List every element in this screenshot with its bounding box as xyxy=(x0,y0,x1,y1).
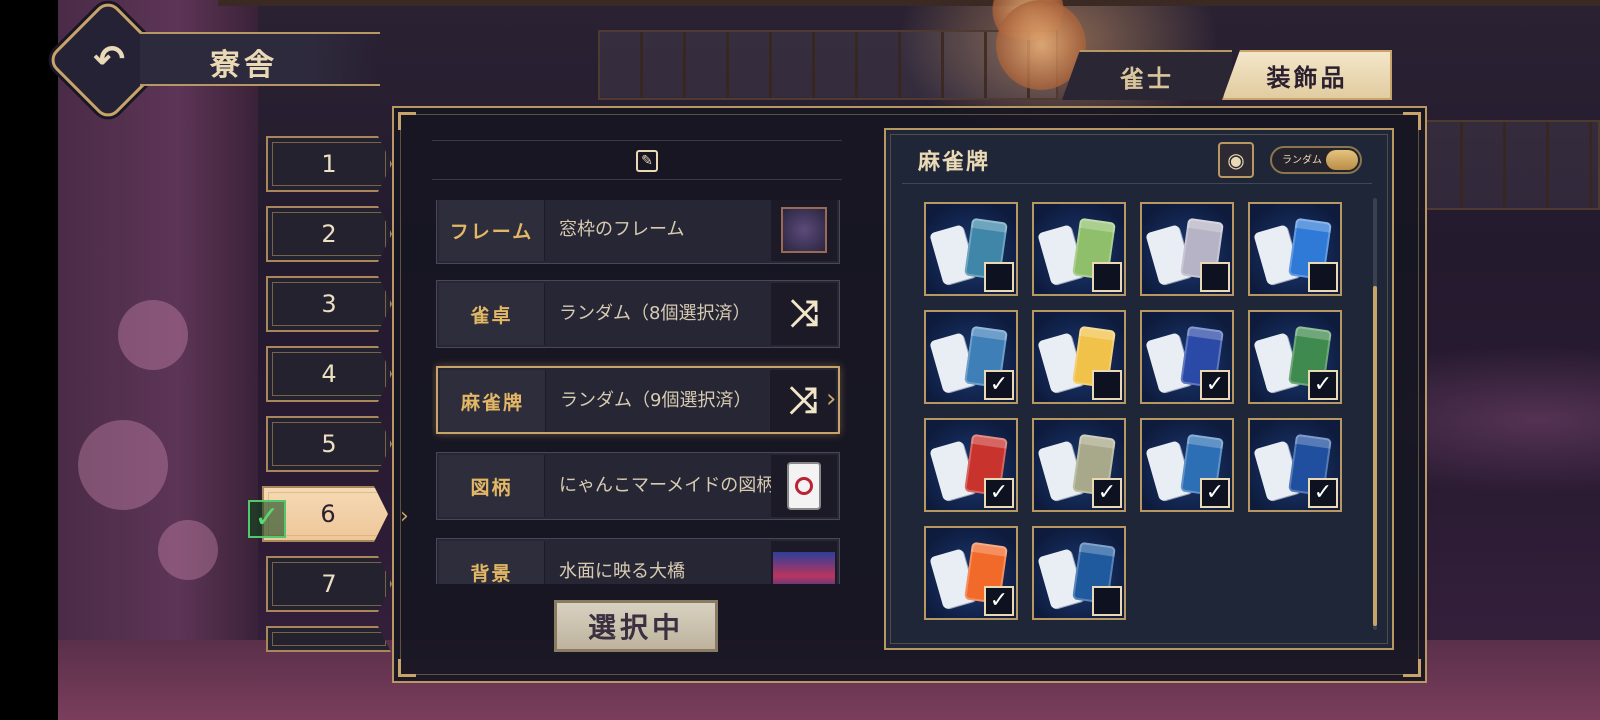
checkmark-icon[interactable]: ✓ xyxy=(984,370,1014,400)
mahjong-tile-option[interactable]: ✓ xyxy=(1032,418,1126,512)
eye-icon[interactable]: ◉ xyxy=(1218,142,1254,178)
mahjong-tile-option[interactable]: ✓ xyxy=(1248,418,1342,512)
slot-2[interactable]: 2 xyxy=(266,206,392,262)
divider xyxy=(902,183,1372,184)
checkmark-icon[interactable]: ✓ xyxy=(1308,370,1338,400)
active-slot-check-icon: ✓ xyxy=(248,500,286,538)
edit-icon[interactable]: ✎ xyxy=(636,150,658,172)
empty-checkbox[interactable] xyxy=(1200,262,1230,292)
slot-1[interactable]: 1 xyxy=(266,136,392,192)
blossom-decoration xyxy=(158,520,218,580)
category-frame[interactable]: フレーム 窓枠のフレーム xyxy=(436,200,840,264)
toggle-label: ランダム xyxy=(1282,155,1322,166)
mahjong-tile-option[interactable]: ✓ xyxy=(924,310,1018,404)
mahjong-tile-option[interactable] xyxy=(1248,202,1342,296)
frame-corner xyxy=(398,112,416,130)
slot-5[interactable]: 5 xyxy=(266,416,392,472)
checkmark-icon[interactable]: ✓ xyxy=(1092,478,1122,508)
background-thumbnail xyxy=(771,541,837,584)
frame-corner xyxy=(1403,659,1421,677)
tab-jangshi[interactable]: 雀士 xyxy=(1062,50,1232,100)
mahjong-tile-option[interactable] xyxy=(1032,202,1126,296)
empty-checkbox[interactable] xyxy=(1092,262,1122,292)
empty-checkbox[interactable] xyxy=(1092,370,1122,400)
page-title: 寮舎 xyxy=(210,48,278,83)
category-list: フレーム 窓枠のフレーム 雀卓 ランダム（8個選択済） ⤨ 麻雀牌 ランダム（9… xyxy=(432,200,847,584)
category-label: フレーム xyxy=(439,200,545,261)
category-label: 雀卓 xyxy=(439,283,545,345)
chevron-right-icon: › xyxy=(826,384,837,414)
empty-checkbox[interactable] xyxy=(984,262,1014,292)
mahjong-tile-option[interactable]: ✓ xyxy=(924,526,1018,620)
toggle-knob[interactable] xyxy=(1326,150,1358,170)
scrollbar-thumb[interactable] xyxy=(1373,286,1377,626)
tab-decorations[interactable]: 装飾品 xyxy=(1222,50,1392,100)
category-label: 背景 xyxy=(439,541,545,584)
category-value: にゃんこマーメイドの図柄 xyxy=(559,475,775,496)
category-value: ランダム（9個選択済） xyxy=(560,390,752,411)
mahjong-tile-option[interactable] xyxy=(1140,202,1234,296)
category-value: ランダム（8個選択済） xyxy=(559,303,751,324)
category-pattern[interactable]: 図柄 にゃんこマーメイドの図柄 xyxy=(436,452,840,520)
category-table[interactable]: 雀卓 ランダム（8個選択済） ⤨ xyxy=(436,280,840,348)
shoji-screen xyxy=(598,30,1058,100)
ceiling-beam xyxy=(218,0,1600,6)
slot-7[interactable]: 7 xyxy=(266,556,392,612)
category-background[interactable]: 背景 水面に映る大橋 xyxy=(436,538,840,584)
slot-4[interactable]: 4 xyxy=(266,346,392,402)
mahjong-tile-option[interactable]: ✓ xyxy=(1140,418,1234,512)
shoji-screen xyxy=(1418,120,1600,210)
checkmark-icon[interactable]: ✓ xyxy=(1200,370,1230,400)
category-label: 図柄 xyxy=(439,455,545,517)
category-mahjong-tiles[interactable]: 麻雀牌 ランダム（9個選択済） ⤨ xyxy=(436,366,840,434)
slot-8[interactable] xyxy=(266,626,392,652)
frame-corner xyxy=(1403,112,1421,130)
frame-thumbnail xyxy=(771,200,837,261)
mahjong-tile-option[interactable] xyxy=(1032,310,1126,404)
category-label: 麻雀牌 xyxy=(440,370,546,432)
shuffle-icon: ⤨ xyxy=(771,283,837,345)
mahjong-tile-option[interactable] xyxy=(924,202,1018,296)
mahjong-tile-option[interactable] xyxy=(1032,526,1126,620)
chevron-right-icon: › xyxy=(400,504,409,529)
panel-title: 麻雀牌 xyxy=(918,149,991,175)
checkmark-icon[interactable]: ✓ xyxy=(1308,478,1338,508)
checkmark-icon[interactable]: ✓ xyxy=(984,478,1014,508)
empty-checkbox[interactable] xyxy=(1092,586,1122,616)
checkmark-icon[interactable]: ✓ xyxy=(1200,478,1230,508)
category-value: 窓枠のフレーム xyxy=(559,219,685,240)
back-arrow-icon[interactable]: ↶ xyxy=(84,34,134,84)
frame-corner xyxy=(398,659,416,677)
category-value: 水面に映る大橋 xyxy=(559,561,685,582)
pattern-thumbnail xyxy=(771,455,837,517)
checkmark-icon[interactable]: ✓ xyxy=(984,586,1014,616)
mahjong-tile-option[interactable]: ✓ xyxy=(1248,310,1342,404)
slot-3[interactable]: 3 xyxy=(266,276,392,332)
blossom-decoration xyxy=(78,420,168,510)
blossom-decoration xyxy=(118,300,188,370)
mahjong-tile-option[interactable]: ✓ xyxy=(1140,310,1234,404)
empty-checkbox[interactable] xyxy=(1308,262,1338,292)
mahjong-tile-option[interactable]: ✓ xyxy=(924,418,1018,512)
selected-button[interactable]: 選択中 xyxy=(554,600,718,652)
